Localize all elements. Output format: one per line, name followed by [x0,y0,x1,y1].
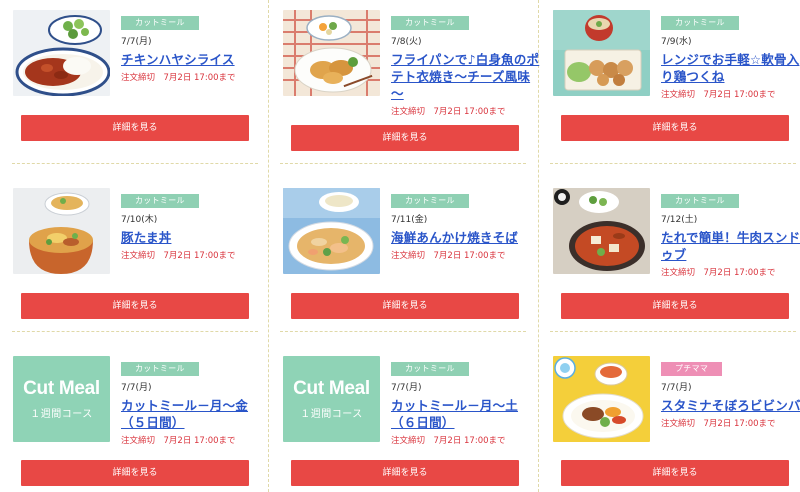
row-divider [280,331,526,332]
category-tag: カットミール [121,194,199,208]
food-photo [553,188,650,274]
delivery-date: 7/7(月) [391,383,422,393]
order-deadline: 注文締切 7月2日 17:00まで [121,73,236,83]
view-details-button[interactable]: 詳細を見る [291,460,519,486]
card-info: カットミール 7/9(水) レンジでお手軽☆軟骨入り鶏つくね 注文締切 7月2日… [661,10,800,101]
order-deadline: 注文締切 7月2日 17:00まで [661,419,776,429]
category-tag: プチママ [661,362,723,376]
chicken-hayashi-rice-photo[interactable] [13,10,110,96]
product-title-link[interactable]: カットミール－月～土（６日間） [391,397,541,431]
view-details-button[interactable]: 詳細を見る [21,115,249,141]
order-deadline: 注文締切 7月2日 17:00まで [391,436,506,446]
logo-subtext: １週間コース [300,409,363,420]
delivery-date: 7/8(火) [391,37,422,47]
delivery-date: 7/7(月) [121,383,152,393]
logo-text: Cut Meal [23,378,100,399]
product-title-link[interactable]: フライパンで♪白身魚のポテト衣焼き～チーズ風味～ [391,51,541,102]
product-title-link[interactable]: チキンハヤシライス [121,51,271,68]
cut-meal-logo[interactable]: Cut Meal １週間コース [283,356,380,442]
row-divider [12,163,258,164]
product-title-link[interactable]: 豚たま丼 [121,229,271,246]
row-divider [12,331,258,332]
card-info: カットミール 7/11(金) 海鮮あんかけ焼きそば 注文締切 7月2日 17:0… [391,188,541,262]
category-tag: カットミール [391,362,469,376]
product-title-link[interactable]: 海鮮あんかけ焼きそば [391,229,541,246]
meal-product-grid: カットミール 7/7(月) チキンハヤシライス 注文締切 7月2日 17:00ま… [0,0,800,492]
delivery-date: 7/11(金) [391,215,428,225]
order-deadline: 注文締切 7月2日 17:00まで [121,251,236,261]
order-deadline: 注文締切 7月2日 17:00まで [661,268,776,278]
delivery-date: 7/7(月) [661,383,692,393]
order-deadline: 注文締切 7月2日 17:00まで [661,90,776,100]
food-photo [553,10,650,96]
beef-sundubu-photo[interactable] [553,188,650,274]
category-tag: カットミール [391,16,469,30]
category-tag: カットミール [121,16,199,30]
view-details-button[interactable]: 詳細を見る [561,115,789,141]
food-photo [283,10,380,96]
view-details-button[interactable]: 詳細を見る [21,460,249,486]
pork-egg-bowl-photo[interactable] [13,188,110,274]
food-photo [13,10,110,96]
white-fish-potato-photo[interactable] [283,10,380,96]
product-title-link[interactable]: レンジでお手軽☆軟骨入り鶏つくね [661,51,800,85]
cut-meal-logo-tile: Cut Meal １週間コース [283,356,380,442]
order-deadline: 注文締切 7月2日 17:00まで [391,107,506,117]
cut-meal-logo[interactable]: Cut Meal １週間コース [13,356,110,442]
delivery-date: 7/7(月) [121,37,152,47]
card-info: カットミール 7/12(土) たれで簡単！牛肉スンドゥブ 注文締切 7月2日 1… [661,188,800,279]
cut-meal-logo-tile: Cut Meal １週間コース [13,356,110,442]
logo-text: Cut Meal [293,378,370,399]
row-divider [280,163,526,164]
card-info: カットミール 7/10(木) 豚たま丼 注文締切 7月2日 17:00まで [121,188,271,262]
food-photo [13,188,110,274]
card-info: カットミール 7/7(月) カットミール－月～土（６日間） 注文締切 7月2日 … [391,356,541,447]
product-title-link[interactable]: たれで簡単！牛肉スンドゥブ [661,229,800,263]
row-divider [550,331,796,332]
chicken-tsukune-photo[interactable] [553,10,650,96]
food-photo [553,356,650,442]
view-details-button[interactable]: 詳細を見る [291,125,519,151]
delivery-date: 7/10(木) [121,215,158,225]
row-divider [550,163,796,164]
card-info: カットミール 7/7(月) カットミール－月～金（５日間） 注文締切 7月2日 … [121,356,271,447]
order-deadline: 注文締切 7月2日 17:00まで [391,251,506,261]
view-details-button[interactable]: 詳細を見る [291,293,519,319]
view-details-button[interactable]: 詳細を見る [21,293,249,319]
category-tag: カットミール [121,362,199,376]
view-details-button[interactable]: 詳細を見る [561,293,789,319]
product-title-link[interactable]: カットミール－月～金（５日間） [121,397,271,431]
view-details-button[interactable]: 詳細を見る [561,460,789,486]
product-title-link[interactable]: スタミナそぼろビビンバ [661,397,800,414]
category-tag: カットミール [391,194,469,208]
category-tag: カットミール [661,194,739,208]
delivery-date: 7/12(土) [661,215,698,225]
card-info: カットミール 7/8(火) フライパンで♪白身魚のポテト衣焼き～チーズ風味～ 注… [391,10,541,118]
food-photo [283,188,380,274]
card-info: カットミール 7/7(月) チキンハヤシライス 注文締切 7月2日 17:00ま… [121,10,271,84]
delivery-date: 7/9(水) [661,37,692,47]
order-deadline: 注文締切 7月2日 17:00まで [121,436,236,446]
seafood-yakisoba-photo[interactable] [283,188,380,274]
card-info: プチママ 7/7(月) スタミナそぼろビビンバ 注文締切 7月2日 17:00ま… [661,356,800,430]
stamina-bibimbap-photo[interactable] [553,356,650,442]
logo-subtext: １週間コース [30,409,93,420]
category-tag: カットミール [661,16,739,30]
